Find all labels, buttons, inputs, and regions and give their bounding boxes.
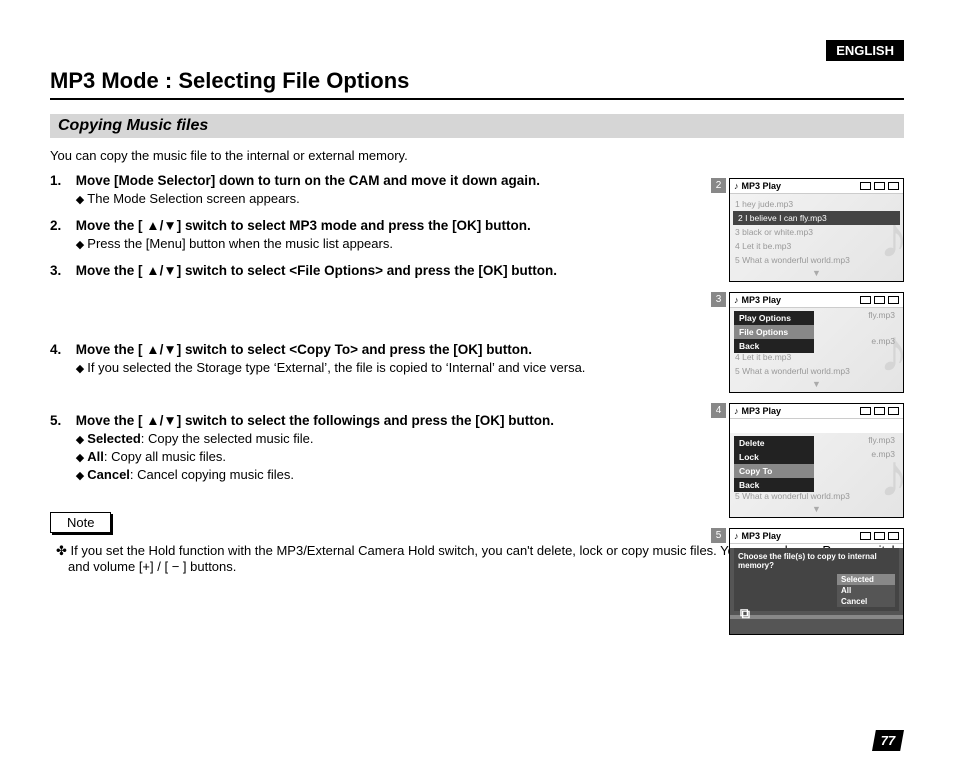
page-title: MP3 Mode : Selecting File Options: [50, 68, 904, 100]
menu-item: Play Options: [734, 311, 814, 325]
screen-5: 5 ♪ MP3 Play Choose the file(s) to copy …: [729, 528, 904, 635]
step-number: 1.: [50, 173, 72, 188]
steps-list: 1. Move [Mode Selector] down to turn on …: [50, 173, 740, 482]
note-label: Note: [50, 512, 111, 533]
step-5: 5. Move the [ ▲/▼] switch to select the …: [50, 413, 740, 482]
prompt-text: Choose the file(s) to copy to internal m…: [738, 552, 895, 570]
card-icon: [874, 532, 885, 540]
track-row-selected: 2 I believe I can fly.mp3: [733, 211, 900, 225]
status-icon: [860, 296, 871, 304]
progress-bar: [730, 615, 903, 619]
menu-overlay: Play Options File Options Back: [734, 311, 814, 353]
music-note-icon: ♪: [734, 531, 739, 541]
screen-4: 4 ♪ MP3 Play ♪ Delete Lock Copy To Back: [729, 403, 904, 518]
screen-number-badge: 5: [711, 528, 726, 543]
status-icon: [860, 532, 871, 540]
intro-text: You can copy the music file to the inter…: [50, 148, 904, 163]
prompt-option-selected: Selected: [837, 574, 895, 585]
battery-icon: [888, 182, 899, 190]
card-icon: [874, 296, 885, 304]
prompt-option: Cancel: [837, 596, 895, 607]
scroll-down-icon: ▼: [730, 267, 903, 281]
status-icon: [860, 182, 871, 190]
battery-icon: [888, 532, 899, 540]
screen-3: 3 ♪ MP3 Play ♪ Play Options File Options…: [729, 292, 904, 393]
battery-icon: [888, 407, 899, 415]
card-icon: [874, 182, 885, 190]
music-note-icon: ♪: [734, 181, 739, 191]
step-number: 2.: [50, 218, 72, 233]
step-number: 5.: [50, 413, 72, 428]
track-row: 5 What a wonderful world.mp3: [730, 253, 903, 267]
menu-item: Back: [734, 478, 814, 492]
language-badge: ENGLISH: [826, 40, 904, 61]
menu-item: Back: [734, 339, 814, 353]
music-note-icon: ♪: [734, 406, 739, 416]
menu-item-selected: Copy To: [734, 464, 814, 478]
menu-item: Delete: [734, 436, 814, 450]
page-number: 77: [872, 730, 904, 751]
step-heading: Move the [ ▲/▼] switch to select MP3 mod…: [76, 218, 531, 233]
prompt-options: Selected All Cancel: [837, 574, 895, 607]
prompt-option: All: [837, 585, 895, 596]
step-sub: Press the [Menu] button when the music l…: [76, 236, 731, 251]
music-note-icon: ♪: [734, 295, 739, 305]
step-sub: Selected: Copy the selected music file.: [76, 431, 731, 446]
screen-title: MP3 Play: [742, 181, 782, 191]
confirm-prompt: Choose the file(s) to copy to internal m…: [734, 548, 899, 611]
section-title: Copying Music files: [50, 114, 904, 138]
step-heading: Move the [ ▲/▼] switch to select <Copy T…: [76, 342, 532, 357]
scroll-down-icon: ▼: [730, 378, 903, 392]
step-sub: Cancel: Cancel copying music files.: [76, 467, 731, 482]
screen-header: ♪ MP3 Play: [730, 529, 903, 544]
screen-header: ♪ MP3 Play: [730, 179, 903, 194]
scroll-down-icon: ▼: [730, 503, 903, 517]
copy-icon: ⧉: [740, 605, 750, 622]
screen-title: MP3 Play: [742, 406, 782, 416]
status-icon: [860, 407, 871, 415]
menu-item-selected: File Options: [734, 325, 814, 339]
step-3: 3. Move the [ ▲/▼] switch to select <Fil…: [50, 263, 740, 278]
track-row: 4 Let it be.mp3: [730, 239, 903, 253]
screen-header: ♪ MP3 Play: [730, 404, 903, 419]
screen-number-badge: 4: [711, 403, 726, 418]
screen-2: 2 ♪ MP3 Play ♪ 1 hey jude.mp3 2 I believ…: [729, 178, 904, 282]
screen-title: MP3 Play: [742, 531, 782, 541]
screens-column: 2 ♪ MP3 Play ♪ 1 hey jude.mp3 2 I believ…: [729, 178, 904, 645]
track-row: 1 hey jude.mp3: [730, 197, 903, 211]
step-heading: Move [Mode Selector] down to turn on the…: [76, 173, 540, 188]
step-1: 1. Move [Mode Selector] down to turn on …: [50, 173, 740, 206]
screen-number-badge: 3: [711, 292, 726, 307]
card-icon: [874, 407, 885, 415]
screen-title: MP3 Play: [742, 295, 782, 305]
battery-icon: [888, 296, 899, 304]
step-number: 3.: [50, 263, 72, 278]
step-sub: If you selected the Storage type ‘Extern…: [76, 360, 731, 375]
menu-item: Lock: [734, 450, 814, 464]
step-number: 4.: [50, 342, 72, 357]
step-sub: The Mode Selection screen appears.: [76, 191, 731, 206]
step-2: 2. Move the [ ▲/▼] switch to select MP3 …: [50, 218, 740, 251]
track-row: 3 black or white.mp3: [730, 225, 903, 239]
step-sub: All: Copy all music files.: [76, 449, 731, 464]
screen-header: ♪ MP3 Play: [730, 293, 903, 308]
step-heading: Move the [ ▲/▼] switch to select the fol…: [76, 413, 554, 428]
track-row: 5 What a wonderful world.mp3: [730, 364, 903, 378]
step-4: 4. Move the [ ▲/▼] switch to select <Cop…: [50, 342, 740, 375]
menu-overlay: Delete Lock Copy To Back: [734, 436, 814, 492]
step-heading: Move the [ ▲/▼] switch to select <File O…: [76, 263, 557, 278]
screen-number-badge: 2: [711, 178, 726, 193]
